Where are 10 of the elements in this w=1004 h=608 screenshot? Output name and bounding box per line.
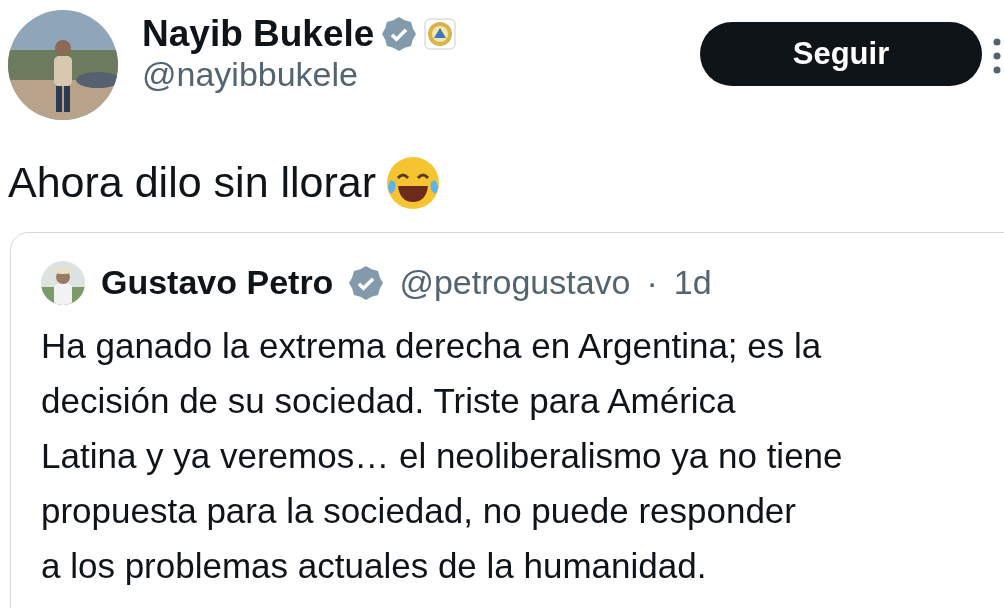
author-name[interactable]: Nayib Bukele: [142, 14, 375, 55]
post-time[interactable]: 1d: [673, 257, 712, 308]
tweet-text: Ahora dilo sin llorar: [8, 157, 377, 209]
seal-icon[interactable]: [424, 18, 457, 51]
separator-dot: ·: [646, 262, 658, 303]
author-name[interactable]: Gustavo Petro: [101, 257, 334, 308]
quoted-post-text: Ha ganado la extrema derecha en Argentina; es la decisión de su sociedad. Triste para América Latina y ya veremos… el neoliberalismo ya no tiene propuesta para la sociedad, no puede responder a los problemas actuales de la humanidad.: [41, 325, 844, 587]
author-handle[interactable]: @petrogustavo: [399, 257, 631, 308]
follow-button[interactable]: Seguir: [700, 22, 982, 86]
author-handle[interactable]: @nayibbukele: [142, 54, 700, 94]
